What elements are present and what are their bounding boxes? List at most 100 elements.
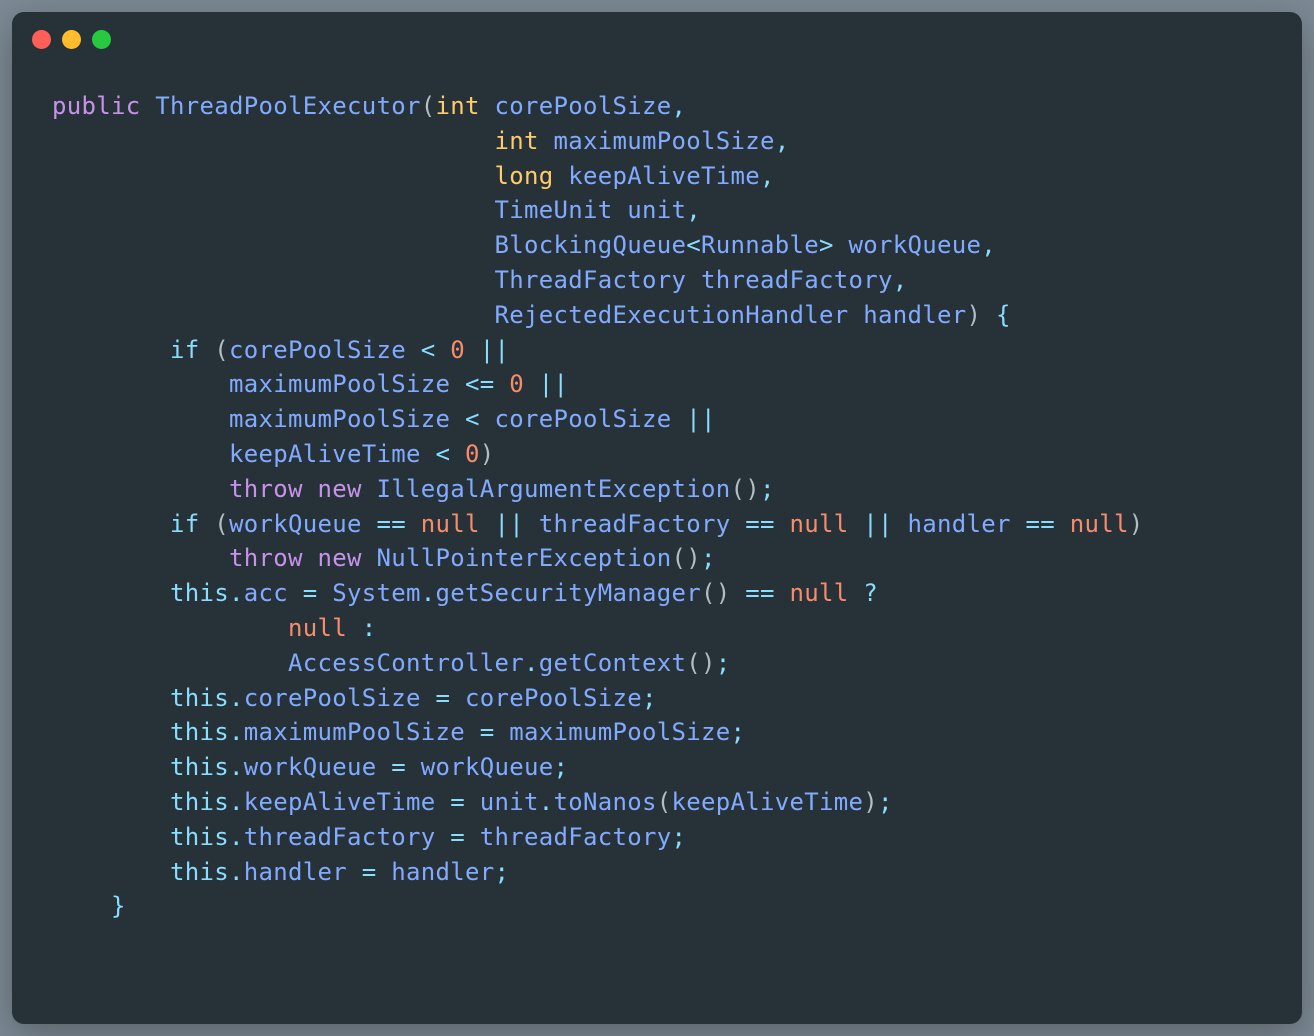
comma: , (760, 162, 775, 190)
paren: () (730, 475, 760, 503)
param-keepAliveTime: keepAliveTime (568, 162, 760, 190)
keyword-this: this (170, 858, 229, 886)
type-ThreadFactory: ThreadFactory (494, 266, 686, 294)
var-workQueue: workQueue (421, 753, 554, 781)
semicolon: ; (760, 475, 775, 503)
op-assign: = (450, 788, 465, 816)
param-corePoolSize: corePoolSize (495, 92, 672, 120)
op-colon: : (362, 614, 377, 642)
literal-zero: 0 (450, 336, 465, 364)
literal-null: null (288, 614, 347, 642)
keyword-throw: throw (229, 475, 303, 503)
dot: . (229, 684, 244, 712)
literal-zero: 0 (465, 440, 480, 468)
dot: . (421, 579, 436, 607)
dot: . (229, 858, 244, 886)
comma: , (672, 92, 687, 120)
dot: . (229, 753, 244, 781)
comma: , (981, 231, 996, 259)
op-or: || (495, 510, 525, 538)
type-int: int (436, 92, 480, 120)
paren: ( (214, 510, 229, 538)
minimize-icon[interactable] (62, 30, 81, 49)
paren: () (671, 544, 701, 572)
op-eq: == (1026, 510, 1056, 538)
keyword-this: this (170, 718, 229, 746)
var-corePoolSize: corePoolSize (229, 336, 406, 364)
maximize-icon[interactable] (92, 30, 111, 49)
var-unit: unit (480, 788, 539, 816)
op-assign: = (436, 684, 451, 712)
op-assign: = (362, 858, 377, 886)
dot: . (539, 788, 554, 816)
var-workQueue: workQueue (229, 510, 362, 538)
op-assign: = (303, 579, 318, 607)
param-threadFactory: threadFactory (701, 266, 893, 294)
keyword-this: this (170, 823, 229, 851)
comma: , (686, 196, 701, 224)
keyword-if: if (170, 510, 200, 538)
semicolon: ; (731, 718, 746, 746)
field-handler: handler (244, 858, 347, 886)
code-window: public ThreadPoolExecutor(int corePoolSi… (12, 12, 1302, 1024)
param-handler: handler (863, 301, 966, 329)
var-keepAliveTime: keepAliveTime (672, 788, 864, 816)
op-or: || (539, 370, 569, 398)
op-eq: == (745, 510, 775, 538)
op-lt: < (465, 405, 480, 433)
close-icon[interactable] (32, 30, 51, 49)
angle-close: > (819, 231, 834, 259)
semicolon: ; (716, 649, 731, 677)
var-corePoolSize: corePoolSize (465, 684, 642, 712)
method-toNanos: toNanos (554, 788, 657, 816)
comma: , (893, 266, 908, 294)
op-lt: < (436, 440, 451, 468)
paren: ) (1129, 510, 1144, 538)
type-RejectedExecutionHandler: RejectedExecutionHandler (494, 301, 848, 329)
code-content: public ThreadPoolExecutor(int corePoolSi… (12, 59, 1302, 954)
field-corePoolSize: corePoolSize (244, 684, 421, 712)
literal-null: null (790, 510, 849, 538)
paren: ) (480, 440, 495, 468)
type-int: int (494, 127, 538, 155)
type-Runnable: Runnable (701, 231, 819, 259)
var-handler: handler (391, 858, 494, 886)
class-IllegalArgumentException: IllegalArgumentException (377, 475, 731, 503)
method-getContext: getContext (539, 649, 687, 677)
angle-open: < (686, 231, 701, 259)
paren: () (701, 579, 731, 607)
paren: ) (966, 301, 981, 329)
brace-open: { (996, 301, 1011, 329)
param-workQueue: workQueue (848, 231, 981, 259)
var-threadFactory: threadFactory (539, 510, 731, 538)
op-ternary: ? (863, 579, 878, 607)
comma: , (775, 127, 790, 155)
var-threadFactory: threadFactory (480, 823, 672, 851)
field-acc: acc (244, 579, 288, 607)
semicolon: ; (554, 753, 569, 781)
op-or: || (480, 336, 510, 364)
keyword-this: this (170, 753, 229, 781)
keyword-new: new (318, 544, 362, 572)
type-BlockingQueue: BlockingQueue (494, 231, 686, 259)
keyword-this: this (170, 579, 229, 607)
op-eq: == (377, 510, 407, 538)
op-lt: < (421, 336, 436, 364)
field-keepAliveTime: keepAliveTime (244, 788, 436, 816)
class-NullPointerException: NullPointerException (377, 544, 672, 572)
op-assign: = (450, 823, 465, 851)
var-handler: handler (908, 510, 1011, 538)
op-or: || (863, 510, 893, 538)
semicolon: ; (642, 684, 657, 712)
brace-close: } (111, 892, 126, 920)
field-maximumPoolSize: maximumPoolSize (244, 718, 465, 746)
semicolon: ; (878, 788, 893, 816)
class-System: System (332, 579, 421, 607)
op-eq: == (745, 579, 775, 607)
keyword-this: this (170, 684, 229, 712)
var-keepAliveTime: keepAliveTime (229, 440, 421, 468)
paren: ( (657, 788, 672, 816)
op-assign: = (480, 718, 495, 746)
literal-null: null (790, 579, 849, 607)
type-long: long (494, 162, 553, 190)
